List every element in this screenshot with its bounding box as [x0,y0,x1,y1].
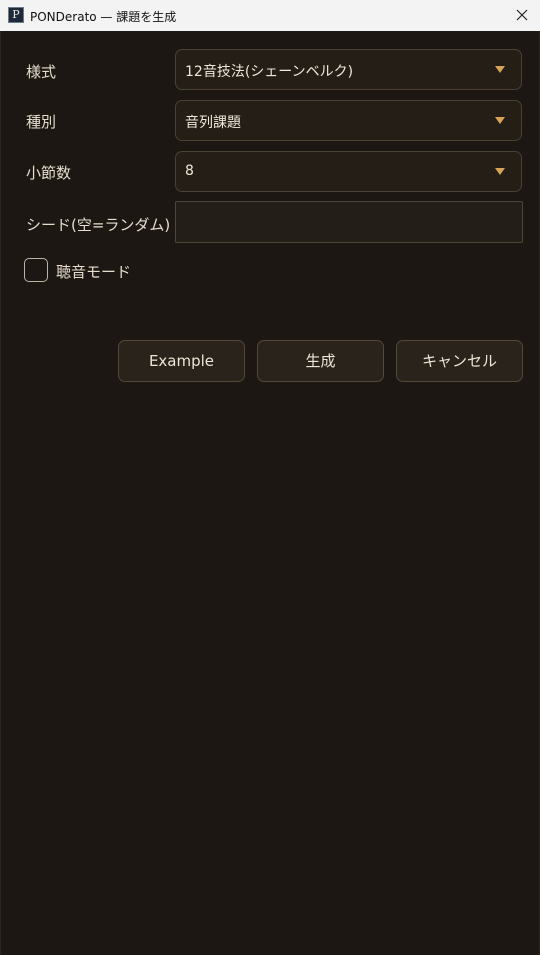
seed-label: シード(空=ランダム) [26,216,171,234]
style-combobox[interactable]: 12音技法(シェーンベルク) [175,49,522,90]
style-label: 様式 [26,63,57,81]
generate-button[interactable]: 生成 [257,340,384,382]
close-button[interactable] [504,0,540,31]
ear-mode-checkbox[interactable] [24,258,48,282]
style-value: 12音技法(シェーンベルク) [185,64,354,80]
dropdown-arrow-icon [495,66,505,73]
window-title: PONDerato — 課題を生成 [30,10,177,24]
dropdown-arrow-icon [495,168,505,175]
app-icon: P [8,7,24,23]
cancel-button[interactable]: キャンセル [396,340,523,382]
ear-mode-label: 聴音モード [56,263,132,281]
kind-value: 音列課題 [185,115,241,131]
example-button[interactable]: Example [118,340,245,382]
measures-value: 8 [185,163,194,179]
close-icon [516,9,528,21]
measures-label: 小節数 [26,164,72,182]
title-bar: P PONDerato — 課題を生成 [0,0,540,32]
seed-input[interactable] [175,201,523,243]
dropdown-arrow-icon [495,117,505,124]
measures-combobox[interactable]: 8 [175,151,522,192]
dialog-body: 様式 12音技法(シェーンベルク) 種別 音列課題 小節数 8 シード(空=ラン… [0,31,540,955]
kind-label: 種別 [26,113,57,131]
kind-combobox[interactable]: 音列課題 [175,100,522,141]
